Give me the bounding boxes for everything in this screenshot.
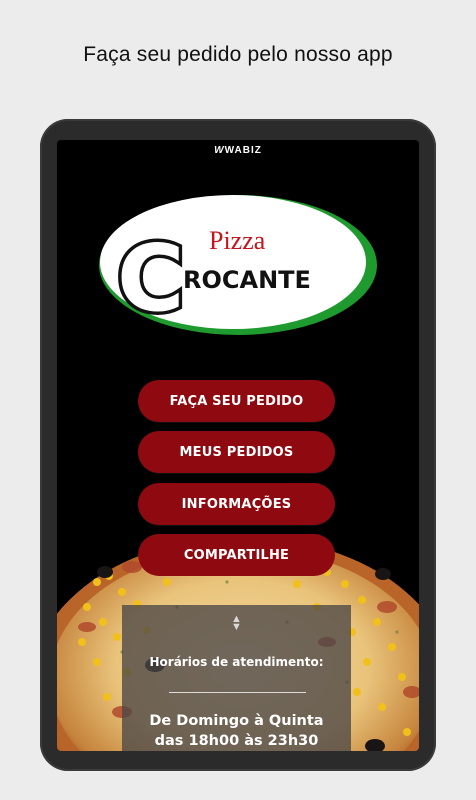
- chevron-updown-icon[interactable]: ▲ ▼: [122, 614, 351, 633]
- my-orders-button[interactable]: MEUS PEDIDOS: [138, 431, 335, 473]
- page-headline: Faça seu pedido pelo nosso app: [83, 43, 393, 66]
- hours-days: De Domingo à Quinta: [149, 713, 324, 729]
- logo-pizza-text: Pizza: [209, 226, 266, 255]
- logo-crocante-text: ROCANTE: [183, 266, 311, 294]
- divider: [169, 692, 306, 693]
- share-button[interactable]: COMPARTILHE: [138, 534, 335, 576]
- tablet-frame: W WABIZ Pizza C ROCANTE FAÇA SEU PEDIDO M…: [40, 119, 436, 771]
- logo-big-c-letter: C: [117, 225, 185, 332]
- app-screen: W WABIZ Pizza C ROCANTE FAÇA SEU PEDIDO M…: [57, 140, 419, 751]
- wabiz-w-icon: W: [214, 145, 224, 156]
- hours-time: das 18h00 às 23h30: [154, 733, 319, 749]
- opening-hours-panel[interactable]: ▲ ▼ Horários de atendimento: De Domingo à…: [122, 605, 351, 751]
- order-button[interactable]: FAÇA SEU PEDIDO: [138, 380, 335, 422]
- wabiz-brand-logo: W WABIZ: [214, 145, 262, 156]
- pizza-crocante-logo: Pizza C ROCANTE: [99, 195, 377, 336]
- hours-label: Horários de atendimento:: [149, 655, 324, 669]
- info-button[interactable]: INFORMAÇÕES: [138, 483, 335, 525]
